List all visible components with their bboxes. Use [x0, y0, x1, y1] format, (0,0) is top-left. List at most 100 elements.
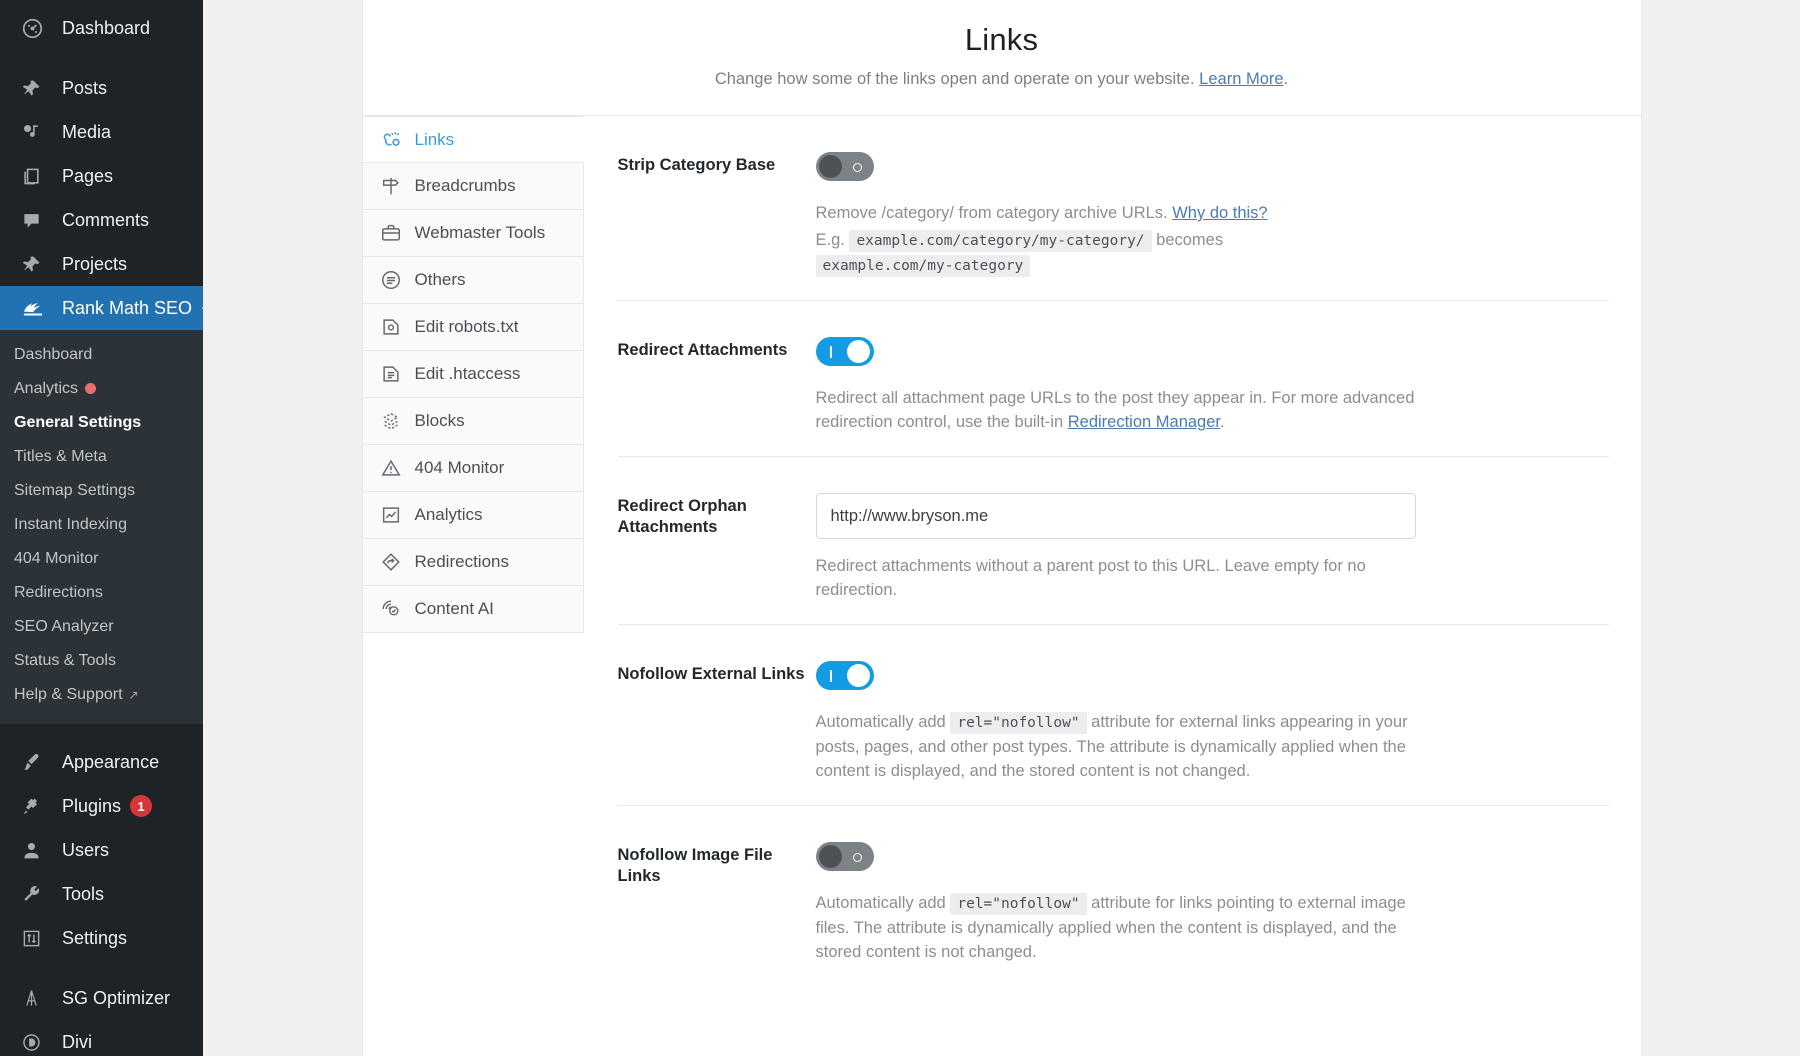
field-redirect-orphan-attachments: Redirect Orphan Attachments Redirect att…	[618, 457, 1609, 625]
sidebar-item-label: Plugins	[62, 796, 121, 817]
tab-edit-htaccess[interactable]: Edit .htaccess	[363, 351, 584, 398]
tab-links[interactable]: Links	[363, 116, 584, 163]
sidebar-item-comments[interactable]: Comments	[0, 198, 203, 242]
sidebar-item-appearance[interactable]: Appearance	[0, 740, 203, 784]
redirect-arrow-icon	[377, 551, 405, 573]
tab-label: Edit .htaccess	[415, 364, 521, 384]
sidebar-item-projects[interactable]: Projects	[0, 242, 203, 286]
tab-404-monitor[interactable]: 404 Monitor	[363, 445, 584, 492]
sidebar-item-media[interactable]: Media	[0, 110, 203, 154]
sidebar-item-label: Pages	[62, 166, 113, 187]
submenu-item-dashboard[interactable]: Dashboard	[0, 338, 203, 372]
plugins-update-badge: 1	[130, 795, 152, 817]
submenu-item-sitemap-settings[interactable]: Sitemap Settings	[0, 474, 203, 508]
submenu-item-redirections[interactable]: Redirections	[0, 576, 203, 610]
sidebar-divider	[0, 724, 203, 740]
admin-screen: Dashboard Posts Media Pages Commen	[0, 0, 1800, 1056]
sidebar-item-plugins[interactable]: Plugins 1	[0, 784, 203, 828]
submenu-item-titles-meta[interactable]: Titles & Meta	[0, 440, 203, 474]
sliders-icon	[22, 929, 48, 948]
example-prefix: E.g.	[816, 231, 845, 249]
tab-breadcrumbs[interactable]: Breadcrumbs	[363, 163, 584, 210]
sidebar-item-label: Settings	[62, 928, 127, 949]
example-url-to: example.com/my-category	[816, 255, 1031, 277]
robots-file-icon	[377, 316, 405, 338]
tab-label: Links	[415, 130, 455, 150]
learn-more-link[interactable]: Learn More	[1199, 70, 1283, 88]
page-subtitle-period: .	[1284, 70, 1289, 88]
settings-panel: Links Change how some of the links open …	[362, 0, 1642, 1056]
submenu-label: General Settings	[14, 414, 141, 431]
tab-analytics[interactable]: Analytics	[363, 492, 584, 539]
external-link-icon: ↗	[129, 685, 139, 705]
tab-label: Blocks	[415, 411, 465, 431]
redirect-orphan-attachments-input[interactable]	[816, 493, 1416, 539]
page-subtitle-text: Change how some of the links open and op…	[715, 70, 1195, 88]
list-circle-icon	[377, 269, 405, 291]
sidebar-item-dashboard[interactable]: Dashboard	[0, 6, 203, 50]
settings-body: Links Breadcrumbs Webmaster Tools	[363, 116, 1641, 986]
redirect-attachments-toggle[interactable]	[816, 337, 874, 366]
pin-icon	[22, 79, 48, 98]
tab-label: 404 Monitor	[415, 458, 505, 478]
submenu-item-status-tools[interactable]: Status & Tools	[0, 644, 203, 678]
pages-icon	[22, 167, 48, 186]
tab-redirections[interactable]: Redirections	[363, 539, 584, 586]
main-content-area: Links Change how some of the links open …	[203, 0, 1800, 1056]
sidebar-item-label: Posts	[62, 78, 107, 99]
sidebar-item-settings[interactable]: Settings	[0, 916, 203, 960]
submenu-label: Instant Indexing	[14, 516, 127, 533]
notification-dot-icon	[85, 383, 96, 394]
field-nofollow-image-file-links: Nofollow Image File Links Automatically …	[618, 806, 1609, 986]
submenu-label: Dashboard	[14, 346, 92, 363]
submenu-item-404-monitor[interactable]: 404 Monitor	[0, 542, 203, 576]
submenu-item-help-support[interactable]: Help & Support↗	[0, 678, 203, 712]
field-control: Redirect all attachment page URLs to the…	[816, 337, 1609, 434]
links-icon	[377, 129, 405, 151]
sidebar-item-label: Media	[62, 122, 111, 143]
example-line: E.g. example.com/category/my-category/ b…	[816, 228, 1416, 278]
sidebar-item-posts[interactable]: Posts	[0, 66, 203, 110]
sidebar-item-label: SG Optimizer	[62, 988, 170, 1009]
sidebar-item-users[interactable]: Users	[0, 828, 203, 872]
strip-category-base-toggle[interactable]	[816, 152, 874, 181]
media-icon	[22, 123, 48, 142]
tab-content-ai[interactable]: Content AI	[363, 586, 584, 633]
tab-label: Redirections	[415, 552, 510, 572]
submenu-item-general-settings[interactable]: General Settings	[0, 406, 203, 440]
sidebar-item-label: Projects	[62, 254, 127, 275]
tab-webmaster-tools[interactable]: Webmaster Tools	[363, 210, 584, 257]
sidebar-item-rank-math-seo[interactable]: Rank Math SEO	[0, 286, 203, 330]
tab-edit-robots-txt[interactable]: Edit robots.txt	[363, 304, 584, 351]
tab-others[interactable]: Others	[363, 257, 584, 304]
submenu-item-analytics[interactable]: Analytics	[0, 372, 203, 406]
description-text-a: Automatically add	[816, 894, 946, 912]
description-text: Remove /category/ from category archive …	[816, 204, 1168, 222]
field-label: Nofollow Image File Links	[618, 842, 816, 887]
nofollow-external-links-toggle[interactable]	[816, 661, 874, 690]
toggle-knob	[847, 664, 870, 687]
redirection-manager-link[interactable]: Redirection Manager	[1068, 413, 1220, 431]
toggle-knob	[819, 155, 842, 178]
divi-icon	[22, 1033, 48, 1052]
sidebar-item-divi[interactable]: Divi	[0, 1020, 203, 1056]
example-middle: becomes	[1156, 231, 1223, 249]
toggle-knob	[847, 340, 870, 363]
sidebar-item-pages[interactable]: Pages	[0, 154, 203, 198]
sidebar-divider	[0, 960, 203, 976]
sidebar-item-sg-optimizer[interactable]: SG Optimizer	[0, 976, 203, 1020]
why-do-this-link[interactable]: Why do this?	[1172, 204, 1267, 222]
wp-admin-sidebar: Dashboard Posts Media Pages Commen	[0, 0, 203, 1056]
field-description: Automatically add rel="nofollow" attribu…	[816, 891, 1416, 964]
field-control: Automatically add rel="nofollow" attribu…	[816, 661, 1609, 783]
nofollow-image-file-links-toggle[interactable]	[816, 842, 874, 871]
description-period: .	[1220, 413, 1225, 431]
dashboard-icon	[22, 18, 48, 39]
toggle-knob	[819, 845, 842, 868]
settings-tabs: Links Breadcrumbs Webmaster Tools	[363, 116, 584, 657]
submenu-item-instant-indexing[interactable]: Instant Indexing	[0, 508, 203, 542]
warning-triangle-icon	[377, 457, 405, 479]
sidebar-item-tools[interactable]: Tools	[0, 872, 203, 916]
tab-blocks[interactable]: Blocks	[363, 398, 584, 445]
submenu-item-seo-analyzer[interactable]: SEO Analyzer	[0, 610, 203, 644]
